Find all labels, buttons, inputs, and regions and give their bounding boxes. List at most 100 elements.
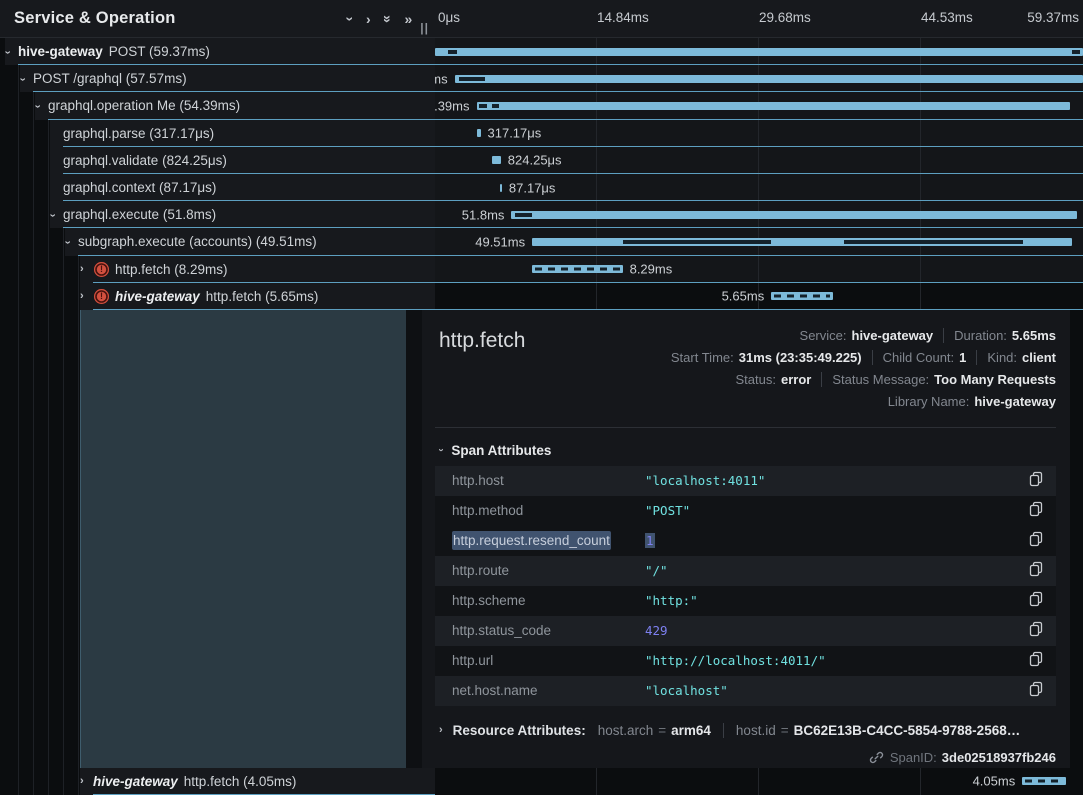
detail-meta-pair: Service:hive-gateway — [800, 328, 934, 343]
copy-button[interactable] — [1026, 591, 1046, 611]
operation-label: graphql.validate (824.25μs) — [63, 153, 227, 168]
span-row[interactable]: ›!http.fetch (8.29ms)8.29ms — [0, 256, 1083, 283]
chevron-right-icon[interactable]: › — [366, 12, 371, 26]
expand-chevron-icon[interactable]: › — [35, 100, 48, 112]
timeline-axis: 0μs 14.84ms 29.68ms 44.53ms 59.37ms — [435, 0, 1083, 37]
timeline-lane: 317.17μs — [435, 120, 1083, 147]
span-attributes-table: http.host"localhost:4011"http.method"POS… — [435, 466, 1056, 706]
child-gap-segment — [479, 104, 488, 108]
span-row[interactable]: ›hive-gatewayPOST (59.37ms)59.37ms — [0, 38, 1083, 65]
copy-button[interactable] — [1026, 681, 1046, 701]
span-row[interactable]: ›hive-gatewayhttp.fetch (4.05ms) 4.05ms — [0, 768, 1083, 795]
span-bar[interactable] — [492, 156, 501, 164]
attribute-key: http.route — [452, 563, 645, 578]
span-label-cell[interactable]: ›!hive-gatewayhttp.fetch (5.65ms) — [80, 283, 435, 310]
span-row-main: ›POST /graphql (57.57ms)57.57ms — [20, 65, 1083, 92]
panel-splitter-handle[interactable]: || — [420, 21, 429, 35]
row-separator — [63, 146, 1083, 147]
copy-button[interactable] — [1026, 561, 1046, 581]
span-bar[interactable] — [435, 48, 1083, 56]
child-gap-segment — [459, 77, 485, 81]
copy-button[interactable] — [1026, 621, 1046, 641]
detail-meta-line: Status:errorStatus Message:Too Many Requ… — [671, 369, 1056, 391]
span-bar[interactable] — [1022, 777, 1066, 785]
span-row[interactable]: graphql.validate (824.25μs)824.25μs — [0, 147, 1083, 174]
span-bar[interactable] — [455, 75, 1083, 83]
indent-gutter — [0, 147, 50, 174]
attribute-key: http.method — [452, 503, 645, 518]
equals-sign: = — [781, 723, 789, 738]
double-chevron-down-icon[interactable]: » — [381, 15, 395, 23]
span-row[interactable]: ›graphql.operation Me (54.39ms)54.39ms — [0, 92, 1083, 119]
detail-meta-pair: Start Time:31ms (23:35:49.225) — [671, 350, 862, 365]
span-label-cell[interactable]: ›graphql.execute (51.8ms) — [50, 201, 435, 228]
panel-gap — [406, 310, 422, 768]
attribute-value: "localhost:4011" — [645, 473, 1026, 488]
child-gap-segment — [515, 213, 533, 217]
copy-button[interactable] — [1026, 471, 1046, 491]
detail-meta-line: Service:hive-gatewayDuration:5.65ms — [671, 325, 1056, 347]
timeline-lane: 59.37ms — [435, 38, 1083, 65]
span-label-cell[interactable]: ›!http.fetch (8.29ms) — [80, 256, 435, 283]
span-label-cell[interactable]: ›hive-gatewayhttp.fetch (4.05ms) — [80, 768, 435, 795]
detail-header: http.fetchService:hive-gatewayDuration:5… — [435, 325, 1056, 413]
service-name: hive-gateway — [18, 44, 103, 59]
resource-attributes-header[interactable]: ›Resource Attributes:host.arch=arm64host… — [439, 719, 1056, 742]
span-row[interactable]: graphql.context (87.17μs) 87.17μs — [0, 174, 1083, 201]
expand-chevron-icon[interactable]: › — [65, 236, 78, 248]
collapse-chevron-icon[interactable]: › — [80, 775, 93, 787]
span-bar[interactable] — [477, 129, 481, 137]
chevron-down-icon[interactable]: › — [344, 16, 358, 21]
span-row-main: ›!http.fetch (8.29ms)8.29ms — [80, 256, 1083, 283]
span-bar[interactable] — [500, 184, 502, 192]
span-row[interactable]: ›!hive-gatewayhttp.fetch (5.65ms)5.65ms — [0, 283, 1083, 310]
expand-chevron-icon[interactable]: › — [50, 209, 63, 221]
span-row-main: graphql.validate (824.25μs)824.25μs — [50, 147, 1083, 174]
resource-key: host.arch — [598, 723, 654, 738]
span-row[interactable]: graphql.parse (317.17μs)317.17μs — [0, 120, 1083, 147]
operation-label: graphql.context (87.17μs) — [63, 180, 216, 195]
double-chevron-right-icon[interactable]: » — [404, 12, 412, 26]
span-label-cell[interactable]: ›hive-gatewayPOST (59.37ms) — [5, 38, 435, 65]
detail-meta: Service:hive-gatewayDuration:5.65ms Start… — [671, 325, 1056, 413]
bar-dashes — [535, 268, 620, 271]
span-label-cell[interactable]: graphql.validate (824.25μs) — [50, 147, 435, 174]
collapse-chevron-icon[interactable]: › — [80, 290, 93, 302]
attribute-value: "/" — [645, 563, 1026, 578]
timeline-lane: 87.17μs — [435, 174, 1083, 201]
expand-chevron-icon[interactable]: › — [5, 46, 18, 58]
copy-button[interactable] — [1026, 501, 1046, 521]
span-label-cell[interactable]: ›graphql.operation Me (54.39ms) — [35, 92, 435, 119]
resource-value: arm64 — [671, 723, 711, 738]
bar-dashes — [1025, 780, 1063, 783]
span-row[interactable]: ›POST /graphql (57.57ms)57.57ms — [0, 65, 1083, 92]
copy-button[interactable] — [1026, 531, 1046, 551]
span-duration-label: 49.51ms — [475, 234, 525, 249]
span-attributes-header[interactable]: ›Span Attributes — [439, 441, 1056, 460]
error-icon: ! — [94, 289, 109, 304]
span-bar[interactable] — [532, 265, 623, 273]
span-bar[interactable] — [511, 211, 1076, 219]
operation-label: http.fetch (4.05ms) — [184, 774, 297, 789]
span-bar[interactable] — [771, 292, 833, 300]
span-duration-label: 4.05ms — [973, 774, 1016, 789]
child-gap-segment — [492, 104, 500, 108]
span-row-main: ›hive-gatewayhttp.fetch (4.05ms) 4.05ms — [80, 768, 1083, 795]
span-label-cell[interactable]: ›POST /graphql (57.57ms) — [20, 65, 435, 92]
collapse-chevron-icon[interactable]: › — [80, 263, 93, 275]
attribute-key: http.status_code — [452, 623, 645, 638]
span-label-cell[interactable]: ›subgraph.execute (accounts) (49.51ms) — [65, 228, 435, 255]
span-row[interactable]: ›graphql.execute (51.8ms)51.8ms — [0, 201, 1083, 228]
span-label-cell[interactable]: graphql.parse (317.17μs) — [50, 120, 435, 147]
span-row[interactable]: ›subgraph.execute (accounts) (49.51ms) 49… — [0, 228, 1083, 255]
span-bar[interactable] — [477, 102, 1071, 110]
meta-label: Kind: — [987, 350, 1017, 365]
attribute-value: 429 — [645, 623, 1026, 638]
span-label-cell[interactable]: graphql.context (87.17μs) — [50, 174, 435, 201]
timeline-lane: 5.65ms — [435, 283, 1083, 310]
selected-text: 1 — [645, 533, 655, 548]
copy-button[interactable] — [1026, 651, 1046, 671]
expand-chevron-icon[interactable]: › — [20, 73, 33, 85]
span-row-main: graphql.context (87.17μs) 87.17μs — [50, 174, 1083, 201]
attribute-value: "http:" — [645, 593, 1026, 608]
